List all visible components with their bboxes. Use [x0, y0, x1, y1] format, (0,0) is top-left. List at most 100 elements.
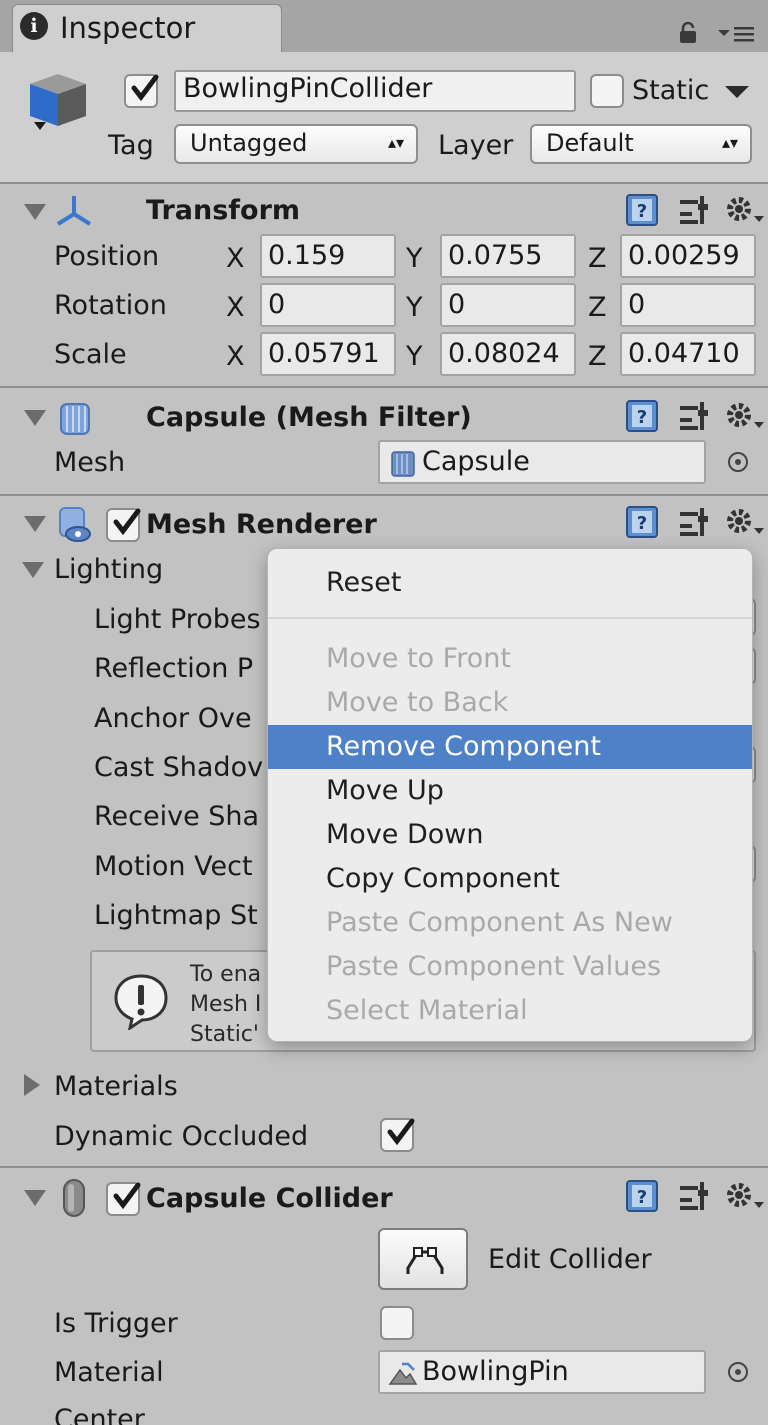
svg-text:?: ?: [637, 201, 647, 222]
section-divider: [0, 386, 768, 388]
rotation-x-field[interactable]: 0: [260, 283, 396, 327]
capsule-collider-icon: [60, 1178, 88, 1222]
mesh-asset-icon: [390, 450, 416, 490]
preset-icon[interactable]: [678, 506, 712, 542]
scale-label: Scale: [54, 339, 127, 370]
tag-label: Tag: [108, 130, 154, 161]
menu-item-paste-component-values: Paste Component Values: [326, 951, 662, 982]
rotation-y-field[interactable]: 0: [440, 283, 576, 327]
mesh-renderer-foldout[interactable]: [24, 516, 46, 532]
materials-foldout[interactable]: [24, 1074, 40, 1096]
capsule-collider-enabled-checkbox[interactable]: [106, 1182, 141, 1216]
mesh-filter-foldout[interactable]: [24, 410, 46, 426]
is-trigger-checkbox[interactable]: [380, 1306, 414, 1340]
menu-item-move-to-front: Move to Front: [326, 643, 511, 674]
position-label: Position: [54, 241, 160, 272]
cast-shadows-label: Cast Shadov: [94, 752, 264, 783]
menu-item-paste-component-as-new: Paste Component As New: [326, 907, 673, 938]
object-picker-icon[interactable]: [728, 452, 748, 472]
edit-collider-icon: [406, 1247, 444, 1274]
gear-icon[interactable]: [724, 400, 764, 436]
lock-icon[interactable]: [678, 21, 698, 44]
tab-menu-icon[interactable]: [716, 24, 756, 44]
layer-value: Default: [546, 129, 634, 157]
axis-x-label: X: [226, 292, 245, 323]
svg-text:?: ?: [637, 1187, 647, 1208]
help-icon[interactable]: ?: [624, 192, 662, 232]
axis-y-label: Y: [406, 341, 423, 372]
menu-item-reset[interactable]: Reset: [268, 561, 752, 605]
lighting-foldout[interactable]: [22, 562, 44, 578]
position-y-field[interactable]: 0.0755: [440, 234, 576, 278]
section-divider: [0, 1166, 768, 1168]
reflection-probes-label: Reflection P: [94, 653, 254, 684]
svg-text:?: ?: [637, 513, 647, 534]
position-x-field[interactable]: 0.159: [260, 234, 396, 278]
help-icon[interactable]: ?: [624, 504, 662, 544]
transform-foldout[interactable]: [24, 204, 46, 220]
rotation-z-field[interactable]: 0: [620, 283, 756, 327]
tab-title: Inspector: [60, 11, 196, 45]
anchor-override-label: Anchor Ove: [94, 703, 252, 734]
menu-item-move-down[interactable]: Move Down: [268, 813, 752, 857]
rotation-label: Rotation: [54, 290, 167, 321]
tag-select[interactable]: Untagged ▴▾: [174, 124, 418, 164]
gear-icon[interactable]: [724, 506, 764, 542]
mesh-renderer-title: Mesh Renderer: [146, 509, 377, 540]
axis-y-label: Y: [406, 243, 423, 274]
help-icon[interactable]: ?: [624, 1178, 662, 1218]
axis-z-label: Z: [588, 243, 607, 274]
object-name-field[interactable]: BowlingPinCollider: [174, 70, 576, 112]
gear-icon[interactable]: [724, 194, 764, 230]
scale-x-field[interactable]: 0.05791: [260, 332, 396, 376]
axis-x-label: X: [226, 243, 245, 274]
updown-icon: ▴▾: [387, 133, 404, 152]
info-line: To ena: [190, 962, 262, 987]
mesh-filter-icon: [58, 398, 92, 442]
receive-shadows-label: Receive Sha: [94, 801, 260, 832]
lighting-label: Lighting: [54, 554, 164, 585]
preset-icon[interactable]: [678, 194, 712, 230]
scale-y-field[interactable]: 0.08024: [440, 332, 576, 376]
active-checkbox[interactable]: [124, 74, 159, 108]
object-picker-icon[interactable]: [728, 1362, 748, 1382]
dynamic-occluded-checkbox[interactable]: [380, 1118, 415, 1152]
axis-z-label: Z: [588, 341, 607, 372]
svg-text:?: ?: [637, 407, 647, 428]
preset-icon[interactable]: [678, 400, 712, 436]
materials-label: Materials: [54, 1071, 178, 1102]
menu-item-remove-component[interactable]: Remove Component: [268, 725, 752, 769]
static-checkbox[interactable]: [590, 74, 624, 108]
static-label: Static: [632, 75, 710, 106]
edit-collider-label: Edit Collider: [488, 1244, 652, 1275]
menu-item-copy-component[interactable]: Copy Component: [268, 857, 752, 901]
gear-icon[interactable]: [724, 1180, 764, 1216]
menu-item-select-material: Select Material: [326, 995, 528, 1026]
preset-icon[interactable]: [678, 1180, 712, 1216]
scale-z-field[interactable]: 0.04710: [620, 332, 756, 376]
mesh-object-field[interactable]: Capsule: [378, 440, 706, 484]
menu-item-move-up[interactable]: Move Up: [268, 769, 752, 813]
material-object-field[interactable]: BowlingPin: [378, 1350, 706, 1394]
dynamic-occluded-label: Dynamic Occluded: [54, 1121, 309, 1152]
info-line: Mesh I: [190, 992, 262, 1017]
info-icon: i: [20, 12, 48, 40]
light-probes-label: Light Probes: [94, 604, 261, 635]
gameobject-cube-icon[interactable]: [22, 64, 92, 134]
layer-select[interactable]: Default ▴▾: [530, 124, 752, 164]
mesh-filter-title: Capsule (Mesh Filter): [146, 402, 472, 433]
axis-x-label: X: [226, 341, 245, 372]
capsule-collider-title: Capsule Collider: [146, 1183, 393, 1214]
help-icon[interactable]: ?: [624, 398, 662, 438]
transform-icon: [54, 192, 94, 232]
mesh-renderer-enabled-checkbox[interactable]: [106, 508, 141, 542]
edit-collider-button[interactable]: [378, 1228, 468, 1290]
lightmap-static-label: Lightmap St: [94, 900, 258, 931]
physic-material-icon: [388, 1360, 418, 1400]
is-trigger-label: Is Trigger: [54, 1308, 178, 1339]
center-label: Center: [54, 1404, 145, 1425]
capsule-collider-foldout[interactable]: [24, 1190, 46, 1206]
warning-speech-icon: [112, 972, 170, 1034]
position-z-field[interactable]: 0.00259: [620, 234, 756, 278]
static-dropdown-icon[interactable]: [724, 84, 750, 103]
